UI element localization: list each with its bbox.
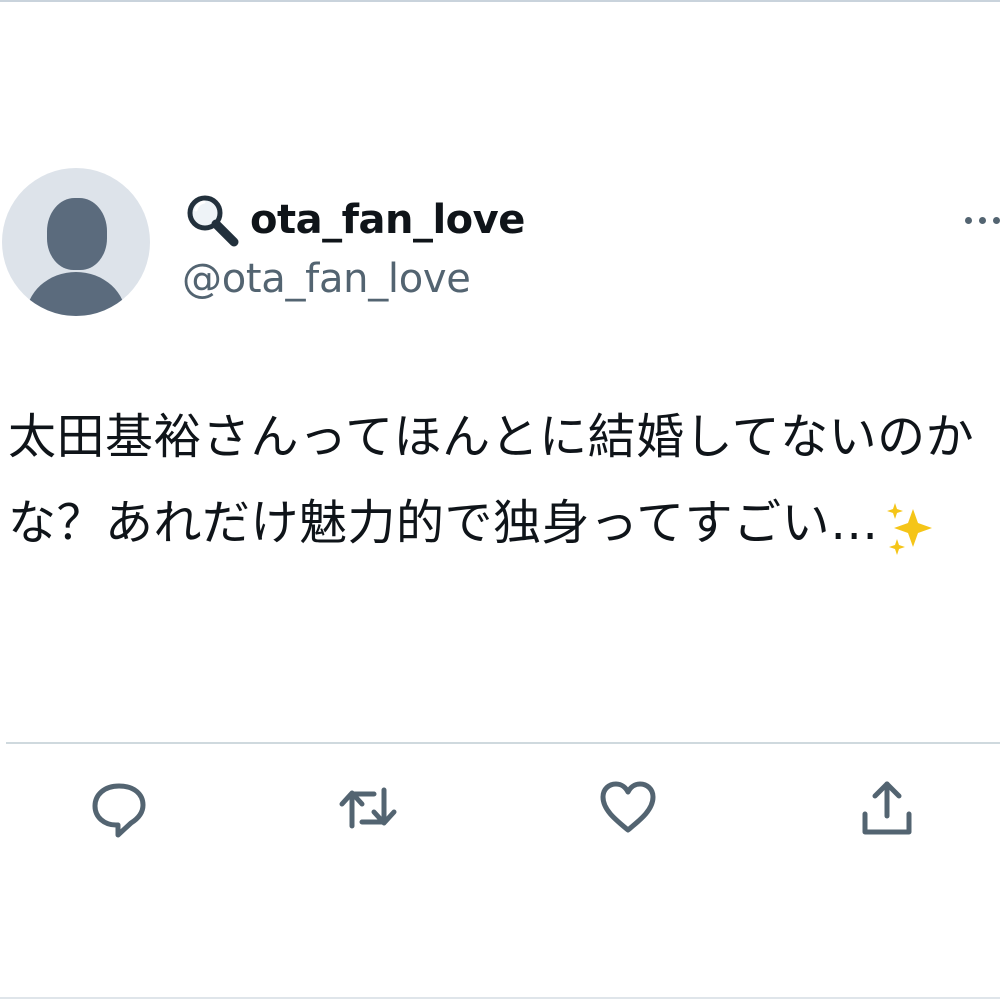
tweet-text-container: 太田基裕さんってほんとに結婚してないのかな？あれだけ魅力的で独身ってすごい…	[8, 394, 983, 566]
user-handle[interactable]: @ota_fan_love	[182, 256, 471, 302]
share-button[interactable]	[851, 772, 923, 844]
display-name-row[interactable]: ota_fan_love	[182, 190, 525, 250]
divider	[6, 742, 1000, 744]
avatar-head	[47, 198, 107, 270]
retweet-icon	[339, 787, 397, 829]
more-options-icon-dot	[993, 216, 1000, 224]
action-bar	[0, 770, 1000, 850]
more-options-icon-dot	[979, 216, 986, 224]
avatar[interactable]	[2, 168, 150, 316]
sparkles-icon	[883, 498, 939, 555]
like-button[interactable]	[592, 772, 664, 844]
retweet-button[interactable]	[332, 772, 404, 844]
reply-icon	[92, 783, 146, 838]
heart-icon	[600, 781, 656, 833]
bottom-border	[0, 997, 1000, 999]
avatar-shoulders	[26, 272, 126, 316]
magnifying-glass-icon	[182, 190, 242, 250]
top-border	[0, 0, 1000, 2]
tweet-text: 太田基裕さんってほんとに結婚してないのかな？あれだけ魅力的で独身ってすごい…	[8, 409, 975, 551]
more-options-button[interactable]	[954, 205, 1000, 235]
share-icon	[862, 781, 912, 835]
reply-button[interactable]	[83, 772, 155, 844]
display-name[interactable]: ota_fan_love	[250, 197, 525, 243]
more-options-icon	[965, 216, 972, 224]
